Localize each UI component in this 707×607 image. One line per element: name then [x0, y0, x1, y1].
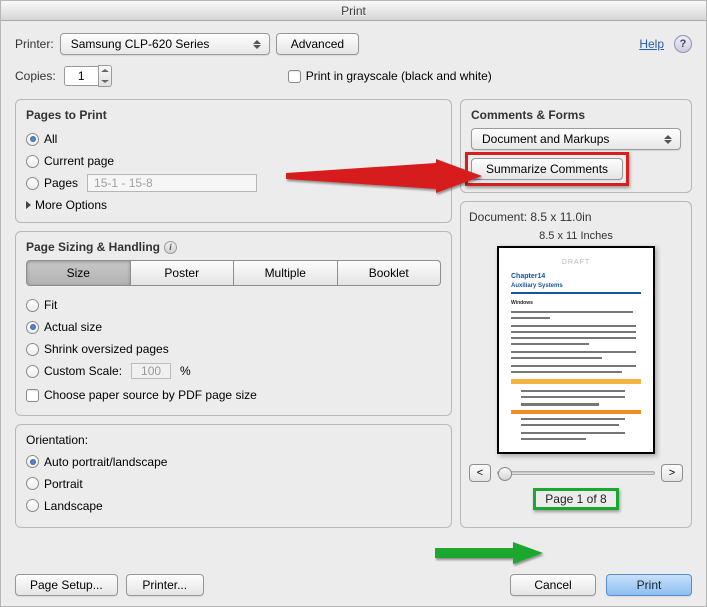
- print-button[interactable]: Print: [606, 574, 692, 596]
- radio-fit[interactable]: [26, 299, 39, 312]
- seg-multiple[interactable]: Multiple: [234, 260, 338, 286]
- printer-button[interactable]: Printer...: [126, 574, 204, 596]
- window-title: Print: [1, 1, 706, 21]
- pages-to-print-title: Pages to Print: [26, 108, 441, 122]
- sizing-title: Page Sizing & Handling: [26, 240, 160, 254]
- page-dimensions: 8.5 x 11 Inches: [469, 230, 683, 242]
- page-setup-button[interactable]: Page Setup...: [15, 574, 118, 596]
- more-options-toggle[interactable]: More Options: [26, 198, 441, 212]
- orientation-title: Orientation:: [26, 433, 441, 447]
- page-preview: DRAFT Chapter14 Auxiliary Systems Window…: [497, 246, 655, 454]
- preview-next-button[interactable]: >: [661, 464, 683, 482]
- radio-all[interactable]: [26, 133, 39, 146]
- grayscale-checkbox[interactable]: Print in grayscale (black and white): [288, 69, 492, 83]
- paper-source-checkbox[interactable]: Choose paper source by PDF page size: [26, 388, 257, 402]
- document-dimensions: Document: 8.5 x 11.0in: [469, 210, 683, 224]
- radio-landscape[interactable]: [26, 499, 39, 512]
- printer-label: Printer:: [15, 37, 54, 51]
- seg-poster[interactable]: Poster: [131, 260, 235, 286]
- help-link[interactable]: Help: [639, 37, 664, 51]
- printer-select[interactable]: Samsung CLP-620 Series: [60, 33, 270, 55]
- preview-watermark: DRAFT: [511, 258, 641, 268]
- disclosure-right-icon: [26, 201, 31, 209]
- copies-stepper[interactable]: [64, 65, 112, 87]
- sizing-group: Page Sizing & Handling i Size Poster Mul…: [15, 231, 452, 416]
- comments-forms-title: Comments & Forms: [471, 108, 681, 122]
- printer-value: Samsung CLP-620 Series: [71, 37, 210, 51]
- sizing-segmented: Size Poster Multiple Booklet: [26, 260, 441, 286]
- preview-chapter: Chapter14: [511, 272, 641, 282]
- custom-scale-input[interactable]: [131, 363, 171, 379]
- preview-slider[interactable]: [497, 471, 655, 475]
- copies-down[interactable]: [99, 76, 111, 86]
- page-counter: Page 1 of 8: [537, 490, 614, 508]
- seg-booklet[interactable]: Booklet: [338, 260, 442, 286]
- copies-input[interactable]: [64, 66, 98, 86]
- radio-custom[interactable]: [26, 365, 39, 378]
- comments-forms-select[interactable]: Document and Markups: [471, 128, 681, 150]
- copies-label: Copies:: [15, 69, 56, 83]
- help-icon[interactable]: ?: [674, 35, 692, 53]
- checkbox-icon: [288, 70, 301, 83]
- annotation-arrow-green: [435, 541, 545, 567]
- preview-heading: Auxiliary Systems: [511, 282, 641, 294]
- orientation-group: Orientation: Auto portrait/landscape Por…: [15, 424, 452, 528]
- radio-current[interactable]: [26, 155, 39, 168]
- summarize-comments-button[interactable]: Summarize Comments: [471, 158, 623, 180]
- updown-icon: [251, 40, 263, 49]
- radio-pages[interactable]: [26, 177, 39, 190]
- advanced-button[interactable]: Advanced: [276, 33, 359, 55]
- checkbox-icon: [26, 389, 39, 402]
- preview-group: Document: 8.5 x 11.0in 8.5 x 11 Inches D…: [460, 201, 692, 528]
- comments-forms-group: Comments & Forms Document and Markups Su…: [460, 99, 692, 193]
- radio-shrink[interactable]: [26, 343, 39, 356]
- radio-auto-orient[interactable]: [26, 455, 39, 468]
- updown-icon: [662, 135, 674, 144]
- radio-actual[interactable]: [26, 321, 39, 334]
- cancel-button[interactable]: Cancel: [510, 574, 596, 596]
- preview-prev-button[interactable]: <: [469, 464, 491, 482]
- copies-up[interactable]: [99, 66, 111, 76]
- pages-to-print-group: Pages to Print All Current page Pages: [15, 99, 452, 223]
- radio-portrait[interactable]: [26, 477, 39, 490]
- pages-range-input[interactable]: [87, 174, 257, 192]
- info-icon[interactable]: i: [164, 241, 177, 254]
- seg-size[interactable]: Size: [26, 260, 131, 286]
- preview-subheading: Windows: [511, 300, 641, 307]
